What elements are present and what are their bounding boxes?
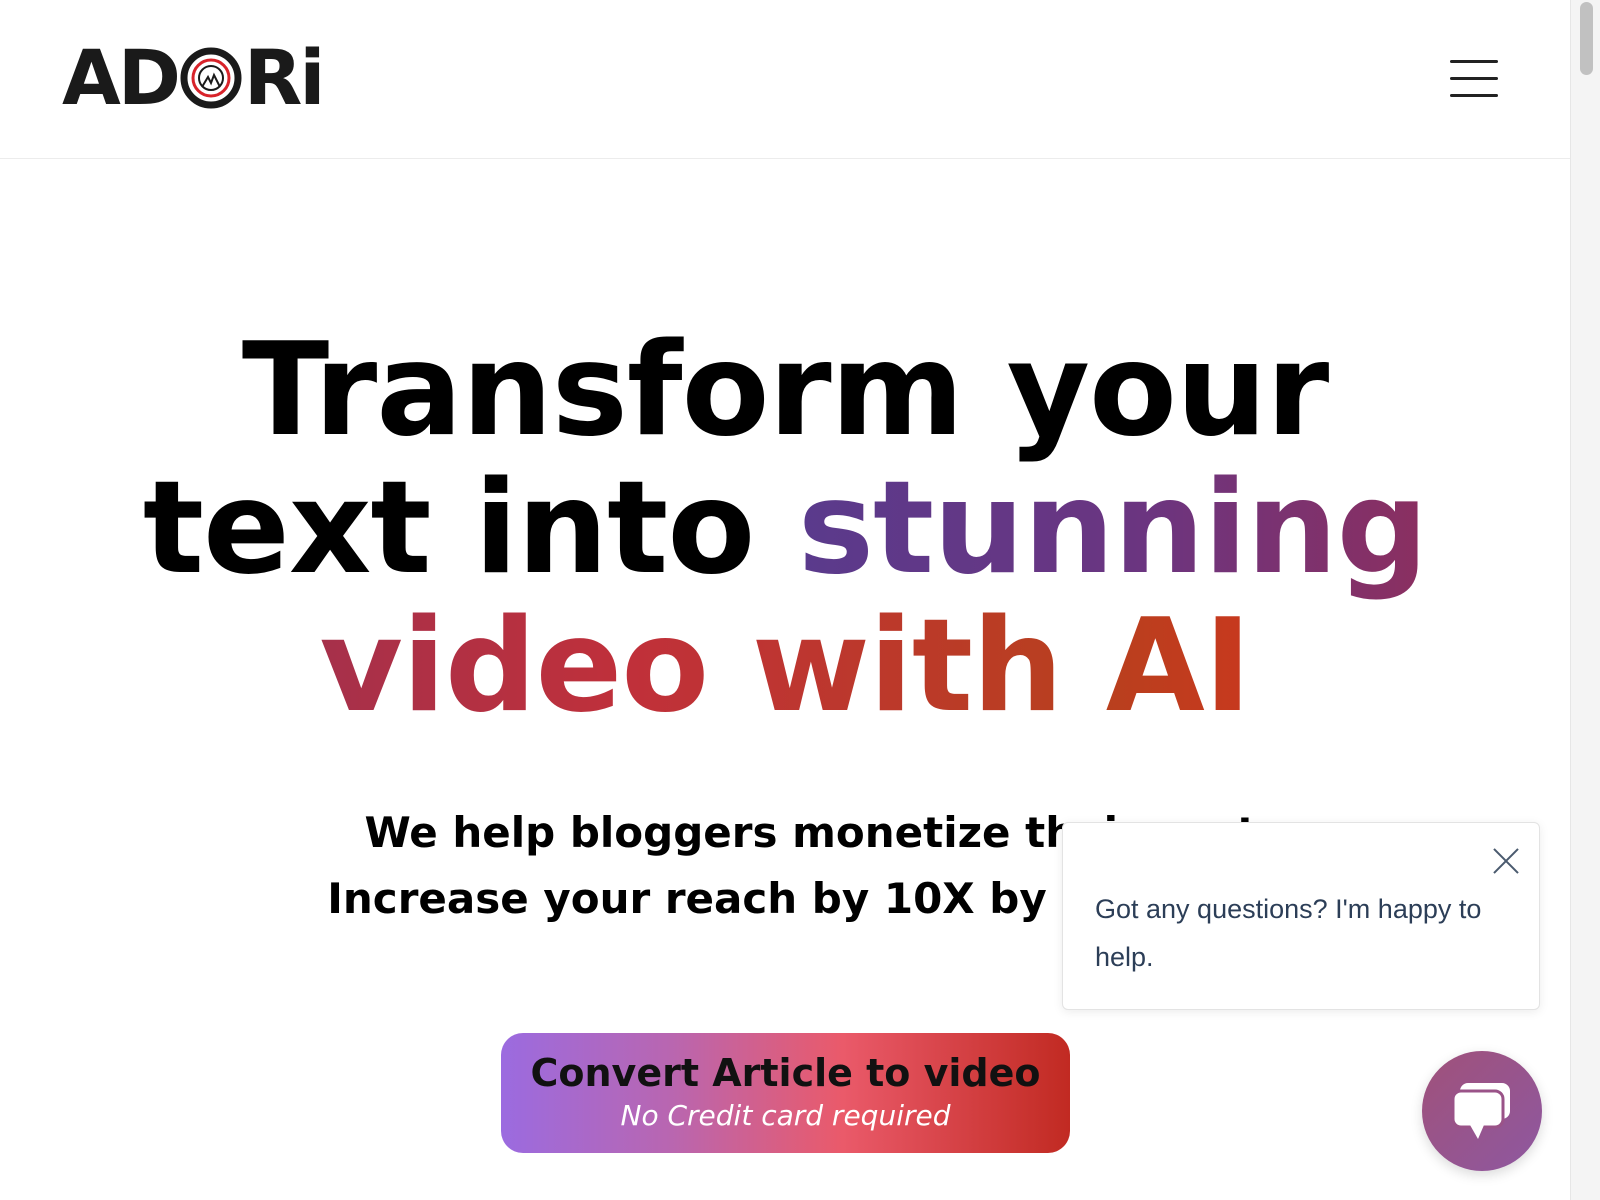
hero-title-line-2: text into stunning <box>0 460 1570 598</box>
hero-title-plain: text into <box>142 454 798 603</box>
hero-title-line-1: Transform your <box>241 316 1329 465</box>
hero-title-accent: stunning <box>797 454 1428 603</box>
chat-bubble-icon <box>1451 1083 1510 1139</box>
adori-logo[interactable]: AD Ri <box>62 33 326 122</box>
logo-o-icon <box>180 47 242 109</box>
logo-text-right: Ri <box>243 33 326 122</box>
menu-bar <box>1450 60 1498 63</box>
menu-bar <box>1450 94 1498 97</box>
page-scrollbar[interactable] <box>1570 0 1600 1200</box>
site-header: AD Ri <box>0 0 1570 159</box>
hero-title-line-3: video with AI <box>0 598 1570 736</box>
logo-text-left: AD <box>62 33 181 122</box>
logo-wordmark: AD Ri <box>62 33 326 122</box>
cta-main-label: Convert Article to video <box>530 1051 1041 1095</box>
chat-launcher-button[interactable] <box>1422 1051 1542 1171</box>
close-icon[interactable] <box>1489 843 1523 877</box>
chat-popup: Got any questions? I'm happy to help. <box>1062 822 1540 1010</box>
cta-sub-label: No Credit card required <box>620 1099 951 1132</box>
hero-title: Transform your text into stunning video … <box>0 322 1570 736</box>
hamburger-menu-icon[interactable] <box>1450 58 1500 100</box>
convert-article-button[interactable]: Convert Article to video No Credit card … <box>501 1033 1070 1153</box>
page: AD Ri Transform your text into stunning … <box>0 0 1570 1200</box>
chat-message: Got any questions? I'm happy to help. <box>1095 894 1482 972</box>
menu-bar <box>1450 77 1498 80</box>
scrollbar-thumb[interactable] <box>1580 2 1593 75</box>
